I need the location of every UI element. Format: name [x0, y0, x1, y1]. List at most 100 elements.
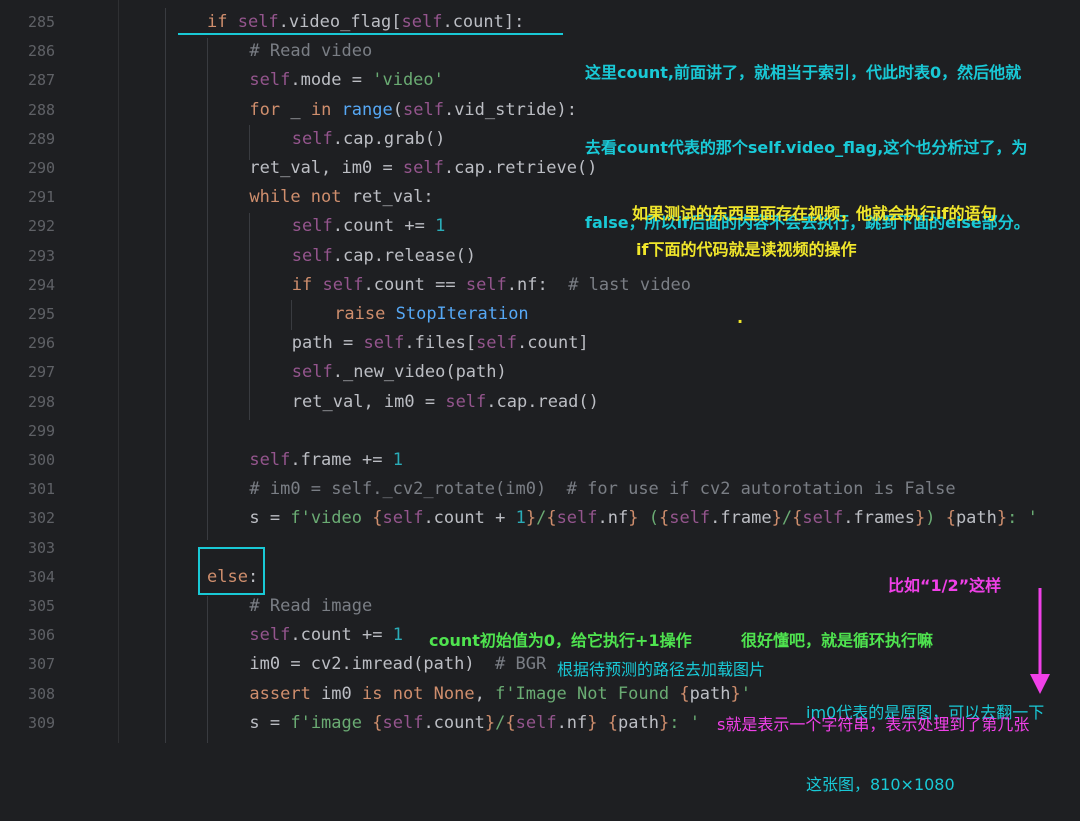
code-token: while not [249, 187, 342, 208]
code-token: { [945, 508, 956, 529]
code-line[interactable]: 305 # Read image [0, 592, 1080, 621]
code-text: im0 = cv2.imread(path) # BGR [249, 650, 546, 679]
code-line[interactable]: 294 if self.count == self.nf: # last vide… [0, 271, 1080, 300]
code-token: } [658, 712, 670, 733]
code-text: for _ in range(self.vid_stride): [249, 96, 577, 125]
code-token: self [249, 450, 291, 470]
code-token: path [618, 712, 659, 733]
code-text: s = f'video {self.count + 1}/{self.nf} (… [249, 504, 1037, 533]
code-token: { [372, 712, 383, 733]
im0-note: im0代表的是原图，可以去翻一下 这张图，810×1080 [806, 653, 1044, 821]
line-number: 290 [28, 159, 56, 177]
code-token: self [476, 333, 518, 354]
code-token: self [382, 508, 424, 529]
code-token: , [474, 683, 496, 704]
line-number: 294 [28, 275, 56, 294]
code-token: { [607, 712, 619, 733]
count-note: count初始值为0，给它执行+1操作 [429, 631, 692, 650]
code-token: path [955, 508, 997, 529]
line-number: 288 [28, 100, 56, 119]
code-token: ret_val, im0 = [249, 158, 403, 178]
code-token: } [730, 683, 741, 704]
code-token: self [401, 12, 443, 32]
code-token: self [237, 12, 279, 32]
code-token: .cap.read() [486, 391, 599, 412]
code-token: 1 [515, 508, 526, 529]
code-text: ret_val, im0 = self.cap.read() [292, 388, 599, 417]
code-token: 1 [392, 450, 403, 470]
top-note-line-2: 去看count代表的那个self.video_flag,这个也分析过了，为 [585, 138, 1028, 157]
code-token: } [484, 712, 496, 733]
code-token: is not None [362, 683, 475, 704]
code-text: while not ret_val: [249, 183, 433, 212]
video-note-2: if下面的代码就是读视频的操作 [636, 240, 857, 259]
code-token: s = [249, 508, 291, 529]
code-token: .frames [843, 508, 915, 529]
code-token: if [207, 12, 238, 32]
code-line[interactable]: 299 [0, 417, 1080, 446]
indent-guide [207, 596, 208, 743]
code-line[interactable]: 303 [0, 534, 1080, 563]
code-token: for [249, 99, 281, 120]
code-token: in [310, 99, 332, 120]
code-token: f'Image Not Found [495, 683, 680, 704]
line-number: 295 [28, 305, 56, 323]
indent-guide [207, 38, 208, 540]
code-token: } [525, 508, 537, 529]
code-token: .count [423, 712, 485, 733]
code-token: path [689, 683, 731, 704]
code-token: self [465, 274, 507, 295]
s-note: s就是表示一个字符串，表示处理到了第几张 [717, 715, 1030, 734]
code-token: range [341, 99, 393, 120]
code-token: .cap.retrieve() [443, 158, 598, 178]
code-token: ret_val: [341, 187, 434, 208]
line-number: 286 [28, 42, 56, 61]
code-token: / [536, 508, 547, 529]
code-token: .count += [290, 625, 393, 646]
code-token: : ' [669, 712, 700, 733]
code-token: ) [925, 508, 946, 529]
code-token: self [445, 391, 487, 412]
line-number: 293 [28, 246, 56, 265]
code-text: self.cap.grab() [292, 125, 446, 154]
code-token: { [792, 508, 803, 529]
code-line[interactable]: 298 ret_val, im0 = self.cap.read() [0, 388, 1080, 417]
code-token: self [802, 508, 844, 529]
line-number: 299 [28, 421, 56, 440]
code-token: self [249, 70, 291, 91]
code-line[interactable]: 302 s = f'video {self.count + 1}/{self.nf… [0, 504, 1080, 533]
code-token: .frame [710, 508, 772, 529]
code-text: s = f'image {self.count}/{self.nf} {path… [249, 709, 700, 738]
code-line[interactable]: 297 self._new_video(path) [0, 358, 1080, 387]
code-token: } [628, 508, 639, 529]
code-token: } [771, 508, 782, 529]
code-token: _ [280, 99, 311, 120]
code-token: } [996, 508, 1008, 529]
code-line[interactable]: 296 path = self.files[self.count] [0, 329, 1080, 358]
code-token: self [403, 99, 444, 120]
loop-note: 很好懂吧，就是循环执行嘛 [741, 631, 934, 650]
code-text: self.frame += 1 [249, 446, 403, 475]
stray-dot: . [737, 308, 744, 327]
code-token: ._new_video(path) [332, 362, 507, 383]
code-token: self [291, 216, 333, 237]
code-token: self [669, 508, 711, 529]
code-token: } [587, 712, 598, 733]
code-text: if self.count == self.nf: # last video [292, 271, 691, 300]
code-line[interactable]: 301 # im0 = self._cv2_rotate(im0) # for u… [0, 475, 1080, 504]
code-token: ret_val, im0 = [291, 391, 446, 412]
code-line[interactable]: 295 raise StopIteration [0, 300, 1080, 329]
code-token: ( [392, 99, 403, 120]
code-text: ret_val, im0 = self.cap.retrieve() [249, 154, 597, 183]
example-note: 比如“1/2”这样 [888, 576, 1002, 595]
code-token: im0 [321, 683, 362, 704]
code-token: im0 = cv2.imread(path) [249, 654, 496, 675]
line-number: 289 [28, 129, 56, 148]
code-token: } [914, 508, 926, 529]
line-number: 297 [28, 363, 56, 382]
code-token: ( [638, 508, 659, 529]
code-token: .cap.release() [332, 245, 477, 266]
code-token: .files[ [404, 333, 477, 354]
code-line[interactable]: 300 self.frame += 1 [0, 446, 1080, 475]
line-number: 306 [28, 626, 56, 645]
